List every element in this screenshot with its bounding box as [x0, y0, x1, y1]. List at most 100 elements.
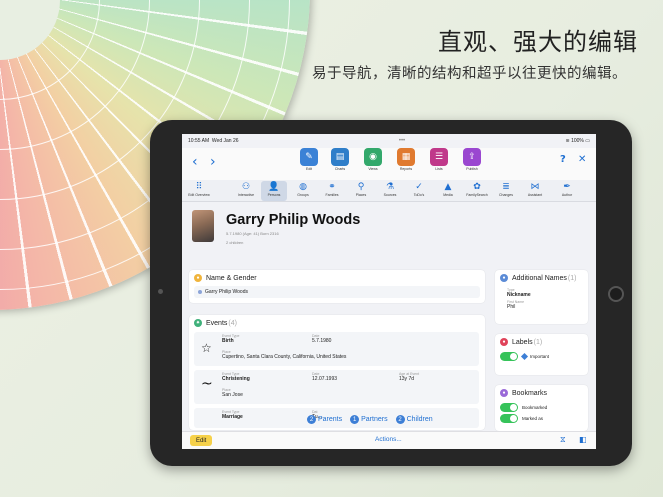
- status-bar: 10:55 AM Wed Jan 26 ••• ≋ 100% ▭: [182, 134, 596, 148]
- home-button[interactable]: [608, 286, 624, 302]
- check-icon: ✓: [415, 182, 423, 192]
- bookmark-icon: ●: [500, 389, 508, 397]
- section-tabs: ⠿ Edit Overview ⚇ Interactive 👤 Persons …: [182, 180, 596, 202]
- tab-label: Changes: [498, 193, 513, 197]
- card-title: Name & Gender: [206, 274, 257, 282]
- reports-toolbar-button[interactable]: ▦: [397, 148, 415, 166]
- parents-count: 2: [307, 415, 316, 424]
- edit-button[interactable]: Edit: [190, 435, 213, 446]
- partners-button[interactable]: 1 Partners: [350, 415, 388, 424]
- lists-toolbar-button[interactable]: ☰: [430, 148, 448, 166]
- tree-icon: ⚇: [241, 182, 251, 192]
- event-row[interactable]: ~ Event Type Christening Date 12.07.1993…: [194, 370, 479, 404]
- forward-arrow-icon[interactable]: ›: [210, 154, 216, 170]
- bookmark-row: Bookmarked: [500, 403, 583, 412]
- chart-icon: ▤: [335, 152, 345, 162]
- events-icon: ✷: [194, 319, 202, 327]
- card-title: Labels: [512, 338, 533, 346]
- person-meta-2: 2 children: [226, 240, 244, 245]
- promo-headline: 直观、强大的编辑: [438, 28, 638, 56]
- person-icon: ●: [194, 274, 202, 282]
- publish-toolbar-button[interactable]: ⇪: [463, 148, 481, 166]
- tab-label: Author: [561, 193, 573, 197]
- additional-names-card: ● Additional Names (1) Type Nickname Fir…: [495, 270, 588, 324]
- ipad-camera: [158, 289, 163, 294]
- toolbar-label-charts: Charts: [334, 167, 346, 171]
- partners-label: Partners: [361, 416, 388, 423]
- person-icon: 👤: [268, 182, 280, 192]
- bookmark-label: Marked as: [522, 416, 544, 421]
- name-gender-card: ● Name & Gender Garry Philip Woods: [189, 270, 485, 303]
- close-icon[interactable]: ✕: [578, 154, 586, 165]
- wifi-icon: ≋: [565, 138, 570, 144]
- tab-places[interactable]: ⚲ Places: [348, 181, 374, 197]
- charts-toolbar-button[interactable]: ▤: [331, 148, 349, 166]
- grid-icon: ⠿: [195, 182, 203, 192]
- important-toggle[interactable]: [500, 352, 518, 361]
- status-time: 10:55 AM: [188, 138, 210, 144]
- tab-familysearch[interactable]: ✿ FamilySearch: [464, 181, 490, 197]
- toolbar-label-lists: Lists: [435, 167, 443, 171]
- children-count: 2: [395, 415, 405, 424]
- labels-count: (1): [533, 338, 543, 346]
- marked-as-toggle[interactable]: [500, 414, 518, 423]
- relations-bar: 2 Parents 1 Partners 2 Children: [307, 415, 433, 424]
- toolbar-label-edit: Edit: [305, 167, 313, 171]
- edit-toolbar-button[interactable]: ✎: [300, 148, 318, 166]
- help-icon[interactable]: ?: [560, 154, 566, 165]
- list-icon: ☰: [434, 152, 444, 162]
- sidebar-icon[interactable]: ◧: [579, 435, 587, 444]
- tab-families[interactable]: ⚭ Families: [319, 181, 345, 197]
- partners-count: 1: [350, 415, 360, 424]
- bookmark-label: Bookmarked: [522, 405, 548, 410]
- parents-button[interactable]: 2 Parents: [307, 415, 342, 424]
- card-title: Additional Names: [512, 274, 567, 282]
- tab-sources[interactable]: ⚗ Sources: [377, 181, 403, 197]
- media-icon: ▲: [444, 182, 452, 192]
- name-type: Nickname: [507, 292, 531, 298]
- tab-author[interactable]: ✒ Author: [554, 181, 580, 197]
- label-name: Important: [530, 354, 550, 359]
- family-icon: ⚭: [328, 182, 336, 192]
- bottom-toolbar: Edit Actions... ⧖ ◧: [182, 431, 596, 449]
- source-icon: ⚗: [385, 182, 395, 192]
- tab-persons[interactable]: 👤 Persons: [261, 181, 287, 201]
- avatar[interactable]: [192, 210, 214, 242]
- toolbar-label-publish: Publish: [466, 167, 478, 171]
- tab-assistant[interactable]: ⋈ Assistant: [522, 181, 548, 197]
- event-type: Christening: [222, 376, 250, 382]
- tab-media[interactable]: ▲ Media: [435, 181, 461, 197]
- bookmarked-toggle[interactable]: [500, 403, 518, 412]
- event-row[interactable]: ☆ Event Type Birth Date 5.7.1980 Place C…: [194, 332, 479, 366]
- report-icon: ▦: [401, 152, 411, 162]
- name-row[interactable]: Garry Philip Woods: [194, 286, 480, 298]
- multitask-dots[interactable]: •••: [399, 138, 405, 144]
- tree-view-icon[interactable]: ⧖: [560, 435, 566, 445]
- toolbar-label-reports: Reports: [399, 167, 413, 171]
- tab-edit-overview[interactable]: ⠿ Edit Overview: [186, 181, 212, 197]
- promo-subline: 易于导航，清晰的结构和超乎以往更快的编辑。: [312, 66, 627, 82]
- names-count: (1): [567, 274, 577, 282]
- tab-todos[interactable]: ✓ ToDo's: [406, 181, 432, 197]
- children-label: Children: [406, 416, 433, 423]
- back-arrow-icon[interactable]: ‹: [192, 154, 198, 170]
- event-type: Marriage: [222, 414, 243, 420]
- label-row: Important: [500, 352, 583, 361]
- tab-groups[interactable]: ◍ Groups: [290, 181, 316, 197]
- tab-interactive[interactable]: ⚇ Interactive: [233, 181, 259, 197]
- views-toolbar-button[interactable]: ◉: [364, 148, 382, 166]
- tab-label: Persons: [267, 193, 281, 197]
- children-button[interactable]: 2 Children: [395, 415, 433, 424]
- tab-label: ToDo's: [413, 193, 425, 197]
- tab-label: Interactive: [237, 193, 255, 197]
- tilde-icon: ~: [201, 376, 213, 392]
- actions-button[interactable]: Actions...: [375, 436, 402, 443]
- name-value: Garry Philip Woods: [205, 289, 248, 295]
- additional-name-row[interactable]: Type Nickname First Name Phil: [507, 288, 531, 310]
- pin-icon: ⚲: [357, 182, 365, 192]
- events-card: ✷ Events (4) ☆ Event Type Birth Date 5.7…: [189, 315, 485, 430]
- app-screen: 10:55 AM Wed Jan 26 ••• ≋ 100% ▭ ‹ › ✎ E…: [182, 134, 596, 449]
- tab-changes[interactable]: ≣ Changes: [493, 181, 519, 197]
- changes-icon: ≣: [502, 182, 510, 192]
- tab-label: Edit Overview: [188, 193, 210, 197]
